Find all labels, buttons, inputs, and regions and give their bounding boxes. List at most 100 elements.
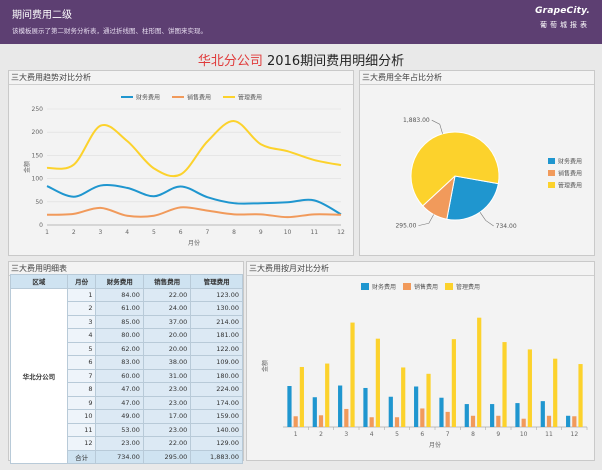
x-tick-label: 12 bbox=[571, 431, 579, 438]
value-cell: 47.00 bbox=[95, 382, 144, 397]
value-cell: 123.00 bbox=[190, 287, 243, 302]
bar bbox=[426, 373, 431, 427]
month-cell: 1 bbox=[66, 287, 97, 302]
pie-data-label: 1,883.00 bbox=[403, 117, 430, 124]
table-header-cell: 财务费用 bbox=[95, 274, 144, 289]
bar bbox=[521, 418, 526, 427]
pie-leader-line bbox=[431, 119, 443, 134]
total-value-cell: 295.00 bbox=[142, 449, 192, 464]
pie-data-label: 295.00 bbox=[395, 223, 416, 230]
legend-label: 销售费用 bbox=[414, 283, 438, 291]
series-line bbox=[46, 206, 342, 219]
page-title: 华北分公司 2016期间费用明细分析 bbox=[0, 50, 602, 69]
pie-panel-title: 三大费用全年占比分析 bbox=[360, 71, 594, 85]
header-title: 期间费用二级 bbox=[12, 10, 72, 21]
table-header-row: 区域 月份 财务费用 销售费用 管理费用 bbox=[10, 274, 243, 289]
x-axis-label: 月份 bbox=[429, 441, 441, 449]
bar bbox=[477, 317, 482, 427]
bar bbox=[388, 396, 393, 427]
bar bbox=[540, 401, 545, 427]
value-cell: 22.00 bbox=[142, 287, 192, 302]
month-cell: 11 bbox=[66, 422, 97, 437]
bar bbox=[566, 415, 571, 427]
app-header: 期间费用二级 该模板展示了第二财务分析表，通过折线图、柱形图、饼图来实现。 Gr… bbox=[0, 0, 602, 44]
y-tick-label: 250 bbox=[32, 106, 44, 113]
legend-label: 财务费用 bbox=[558, 158, 582, 166]
value-cell: 180.00 bbox=[190, 368, 243, 383]
legend-swatch bbox=[548, 158, 555, 164]
value-cell: 20.00 bbox=[142, 341, 192, 356]
total-label-cell: 合计 bbox=[66, 449, 97, 464]
total-value-cell: 1,883.00 bbox=[190, 449, 243, 464]
x-tick-label: 9 bbox=[496, 431, 500, 438]
value-cell: 174.00 bbox=[190, 395, 243, 410]
page-title-rest: 2016期间费用明细分析 bbox=[262, 54, 405, 69]
pie-data-label: 734.00 bbox=[496, 223, 517, 230]
bar bbox=[369, 417, 374, 427]
legend-swatch bbox=[361, 283, 369, 290]
month-cell: 7 bbox=[66, 368, 97, 383]
bar bbox=[344, 408, 349, 427]
bar bbox=[394, 417, 400, 427]
monthly-bar-chart: 财务费用 销售费用 管理费用金额1 2 3 4 5 6 7 8 9 10 11 12月份 bbox=[261, 283, 588, 449]
y-tick-label: 200 bbox=[32, 129, 44, 136]
bar bbox=[445, 411, 450, 427]
value-cell: 22.00 bbox=[142, 436, 192, 451]
bar bbox=[312, 397, 317, 427]
total-value-cell: 734.00 bbox=[95, 449, 144, 464]
bar bbox=[578, 364, 583, 427]
x-tick-label: 12 bbox=[337, 229, 345, 236]
value-cell: 159.00 bbox=[190, 409, 243, 424]
value-cell: 23.00 bbox=[142, 422, 192, 437]
bar bbox=[350, 322, 355, 427]
trend-panel-title: 三大费用趋势对比分析 bbox=[9, 71, 353, 85]
region-cell: 华北分公司 bbox=[10, 287, 68, 464]
x-tick-label: 7 bbox=[446, 431, 450, 438]
legend-label: 管理费用 bbox=[558, 182, 582, 190]
value-cell: 80.00 bbox=[95, 328, 144, 343]
bar bbox=[470, 415, 476, 427]
x-tick-label: 11 bbox=[310, 229, 318, 236]
month-cell: 10 bbox=[66, 409, 97, 424]
value-cell: 109.00 bbox=[190, 355, 243, 370]
monthly-panel-title: 三大费用按月对比分析 bbox=[247, 262, 594, 276]
y-axis-label: 金额 bbox=[23, 161, 31, 173]
value-cell: 84.00 bbox=[95, 287, 144, 302]
bar bbox=[287, 386, 292, 427]
legend-swatch bbox=[548, 182, 555, 188]
x-tick-label: 1 bbox=[45, 229, 49, 236]
bar bbox=[572, 416, 577, 427]
bar bbox=[527, 349, 532, 427]
legend-swatch bbox=[548, 170, 555, 176]
header-description: 该模板展示了第二财务分析表，通过折线图、柱形图、饼图来实现。 bbox=[12, 27, 207, 35]
brand-name: GrapeCity. bbox=[535, 6, 590, 16]
table-panel: 三大费用明细表 区域 月份 财务费用 销售费用 管理费用 华北分公司 1 84.00 22.0… bbox=[8, 261, 244, 464]
bar bbox=[496, 415, 501, 427]
bar bbox=[325, 363, 330, 427]
bar bbox=[502, 342, 507, 427]
value-cell: 17.00 bbox=[142, 409, 192, 424]
pie-leader-line bbox=[479, 212, 494, 227]
detail-table: 区域 月份 财务费用 销售费用 管理费用 华北分公司 1 84.00 22.00 123.00 2… bbox=[10, 274, 243, 464]
x-tick-label: 5 bbox=[395, 431, 399, 438]
legend-swatch bbox=[403, 283, 411, 290]
legend-label: 财务费用 bbox=[136, 94, 160, 102]
table-header-cell: 销售费用 bbox=[142, 274, 192, 289]
value-cell: 129.00 bbox=[190, 436, 243, 451]
value-cell: 140.00 bbox=[190, 422, 243, 437]
x-tick-label: 1 bbox=[294, 431, 298, 438]
bar bbox=[293, 416, 298, 427]
x-axis-label: 月份 bbox=[188, 239, 200, 247]
table-row: 华北分公司 1 84.00 22.00 123.00 bbox=[10, 287, 243, 464]
x-tick-label: 4 bbox=[370, 431, 374, 438]
pie-leader-line bbox=[418, 214, 434, 226]
x-tick-label: 3 bbox=[99, 229, 103, 236]
legend-label: 财务费用 bbox=[372, 283, 396, 291]
bar bbox=[420, 408, 425, 427]
bar bbox=[490, 404, 495, 427]
value-cell: 122.00 bbox=[190, 341, 243, 356]
value-cell: 47.00 bbox=[95, 395, 144, 410]
month-cell: 3 bbox=[66, 314, 97, 329]
x-tick-label: 7 bbox=[205, 229, 209, 236]
month-cell: 2 bbox=[66, 301, 97, 316]
